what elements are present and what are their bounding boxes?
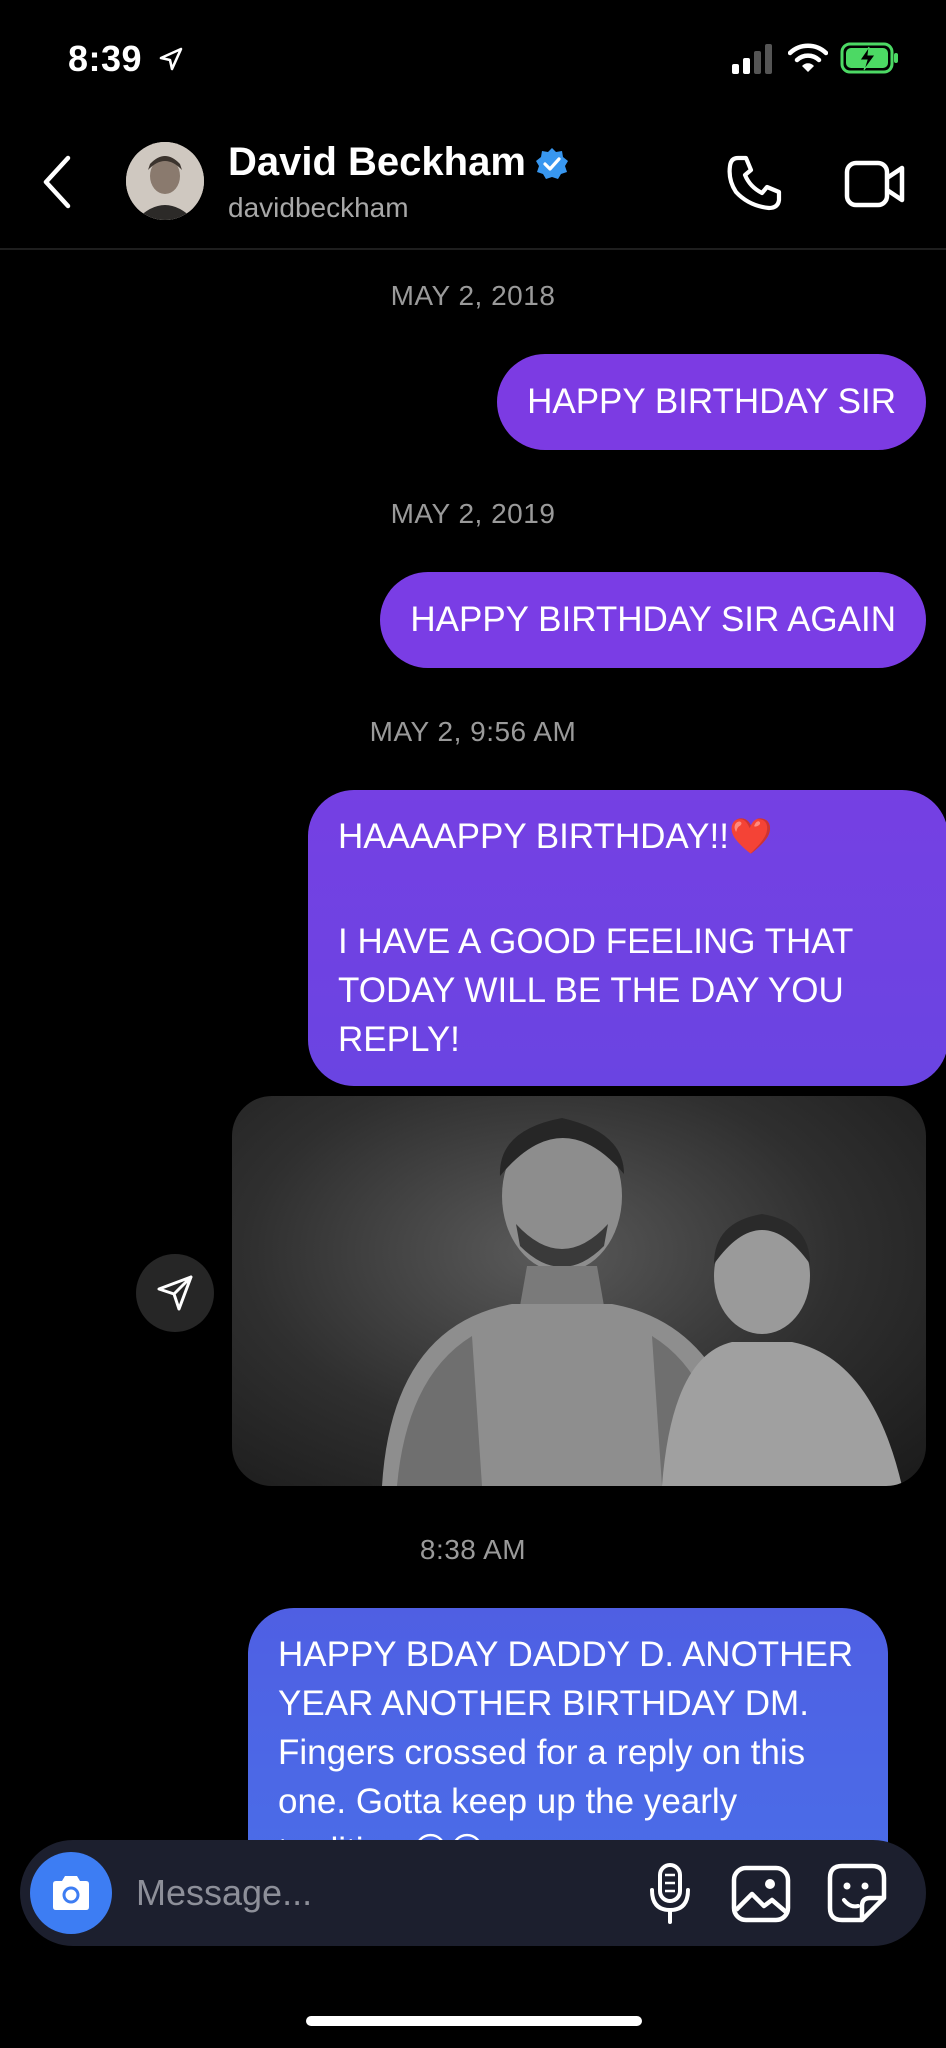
message-input[interactable] bbox=[136, 1866, 596, 1920]
video-camera-icon[interactable] bbox=[844, 158, 908, 215]
location-arrow-icon bbox=[158, 46, 184, 77]
shared-photo[interactable] bbox=[232, 1096, 926, 1486]
gallery-icon[interactable] bbox=[730, 1864, 792, 1929]
signal-icon bbox=[732, 44, 776, 79]
battery-charging-icon bbox=[840, 42, 900, 79]
date-separator: MAY 2, 2019 bbox=[390, 498, 556, 529]
share-button[interactable] bbox=[136, 1254, 214, 1332]
date-separator: MAY 2, 9:56 AM bbox=[369, 716, 577, 747]
message-bubble[interactable]: HAPPY BIRTHDAY SIR AGAIN bbox=[380, 572, 926, 668]
message-text: HAPPY BDAY DADDY D. ANOTHER YEAR ANOTHER… bbox=[278, 1635, 854, 1870]
avatar[interactable] bbox=[126, 142, 204, 220]
message-bubble[interactable]: HAPPY BDAY DADDY D. ANOTHER YEAR ANOTHER… bbox=[248, 1608, 888, 1874]
message-text: HAAAAPPY BIRTHDAY!!❤️ bbox=[338, 817, 773, 856]
wifi-icon bbox=[787, 42, 829, 79]
sticker-icon[interactable] bbox=[826, 1862, 888, 1929]
date-separator: MAY 2, 2018 bbox=[390, 280, 556, 311]
message-bubble[interactable]: HAAAAPPY BIRTHDAY!!❤️ I HAVE A GOOD FEEL… bbox=[308, 790, 946, 1086]
date-separator: 8:38 AM bbox=[419, 1534, 527, 1565]
contact-name[interactable]: David Beckham bbox=[228, 140, 526, 185]
home-indicator[interactable] bbox=[306, 2016, 642, 2026]
verified-badge-icon bbox=[534, 146, 570, 187]
back-chevron-icon[interactable] bbox=[38, 154, 78, 215]
microphone-icon[interactable] bbox=[648, 1862, 692, 1931]
message-bubble[interactable]: HAPPY BIRTHDAY SIR bbox=[497, 354, 926, 450]
phone-icon[interactable] bbox=[724, 152, 786, 219]
header-divider bbox=[0, 248, 946, 250]
contact-username: davidbeckham bbox=[228, 192, 409, 223]
status-time: 8:39 bbox=[68, 38, 143, 79]
camera-button[interactable] bbox=[30, 1852, 112, 1934]
message-text: I HAVE A GOOD FEELING THAT TODAY WILL BE… bbox=[338, 922, 853, 1059]
